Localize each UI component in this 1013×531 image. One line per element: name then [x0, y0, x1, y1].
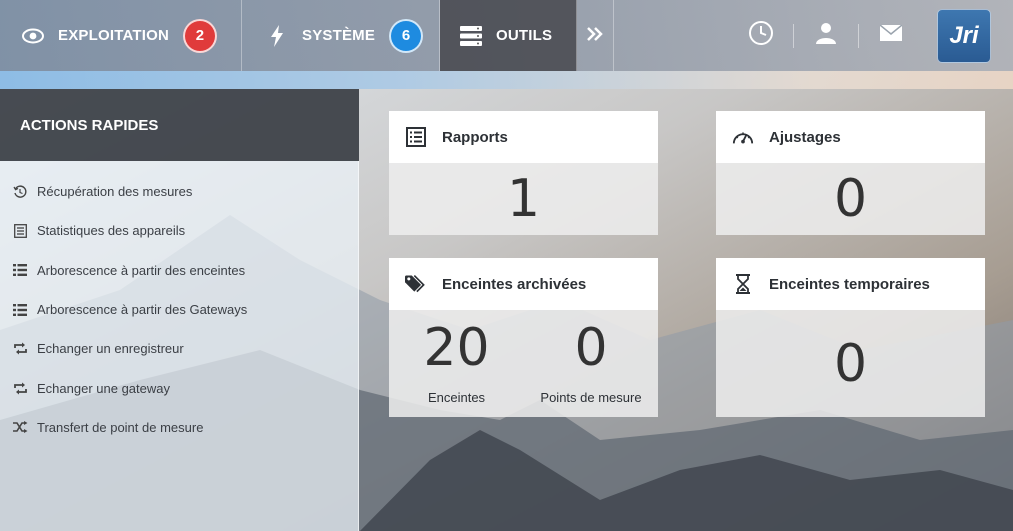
points-mesure-label: Points de mesure	[540, 390, 642, 405]
points-mesure-stat: 0 Points de mesure	[524, 310, 658, 417]
nav-more-button[interactable]	[577, 0, 614, 71]
sidebar-item-label: Récupération des mesures	[37, 184, 193, 200]
card-value: 0	[716, 163, 985, 235]
sidebar-list: Récupération des mesures Statistiques de…	[0, 161, 359, 531]
enceintes-label: Enceintes	[427, 390, 486, 405]
list-icon	[12, 302, 28, 318]
hourglass-icon	[732, 273, 754, 295]
nav-tab-exploitation[interactable]: EXPLOITATION 2	[0, 0, 242, 71]
sidebar-item-transfert-point-mesure[interactable]: Transfert de point de mesure	[0, 408, 358, 447]
card-header: Enceintes temporaires	[716, 258, 985, 310]
enceintes-stat: 20 Enceintes	[389, 310, 524, 417]
card-title: Enceintes temporaires	[769, 275, 930, 293]
mail-icon	[879, 24, 903, 46]
swap-icon	[12, 380, 28, 396]
card-header: Enceintes archivées	[389, 258, 658, 310]
list-icon	[12, 262, 28, 278]
shuffle-icon	[12, 419, 28, 435]
notification-badge: 6	[389, 18, 424, 53]
sidebar-item-label: Echanger un enregistreur	[37, 341, 184, 357]
gauge-icon	[732, 126, 754, 148]
points-mesure-count: 0	[574, 318, 608, 378]
sidebar-item-label: Arborescence à partir des enceintes	[37, 262, 246, 278]
nav-tab-systeme[interactable]: SYSTÈME 6	[242, 0, 440, 71]
clock-icon	[748, 20, 774, 51]
eye-icon	[22, 25, 44, 47]
card-value: 1	[389, 163, 658, 235]
bolt-icon	[266, 24, 288, 47]
user-profile-button[interactable]	[794, 0, 858, 71]
double-chevron-right-icon	[587, 26, 603, 45]
notification-badge: 2	[183, 18, 218, 53]
app-logo[interactable]: Jri	[937, 8, 991, 63]
enceintes-count: 20	[423, 318, 490, 378]
sidebar-item-label: Statistiques des appareils	[37, 223, 186, 239]
nav-tab-outils[interactable]: OUTILS	[440, 0, 577, 71]
sidebar-title: ACTIONS RAPIDES	[0, 89, 359, 161]
card-ajustages[interactable]: Ajustages 0	[716, 111, 985, 235]
server-icon	[460, 25, 482, 47]
header-accent-strip	[0, 71, 1013, 89]
history-icon	[12, 184, 28, 200]
sidebar-item-echanger-gateway[interactable]: Echanger une gateway	[0, 368, 358, 407]
card-split-body: 20 Enceintes 0 Points de mesure	[389, 310, 658, 417]
nav-tab-label: SYSTÈME	[302, 27, 376, 44]
card-rapports[interactable]: Rapports 1	[389, 111, 658, 235]
sidebar-item-echanger-enregistreur[interactable]: Echanger un enregistreur	[0, 329, 358, 368]
messages-button[interactable]	[859, 0, 923, 71]
user-icon	[815, 22, 837, 49]
card-title: Rapports	[442, 128, 508, 146]
sidebar-item-arborescence-gateways[interactable]: Arborescence à partir des Gateways	[0, 290, 358, 329]
sidebar-item-label: Echanger une gateway	[37, 380, 170, 396]
card-header: Ajustages	[716, 111, 985, 163]
nav-tab-label: OUTILS	[496, 27, 553, 44]
tags-icon	[405, 273, 427, 295]
nav-tab-label: EXPLOITATION	[58, 27, 170, 44]
card-enceintes-temporaires[interactable]: Enceintes temporaires 0	[716, 258, 985, 417]
top-right-toolbar: Jri	[729, 0, 1013, 71]
sidebar-item-statistiques-appareils[interactable]: Statistiques des appareils	[0, 211, 358, 250]
sidebar-item-label: Transfert de point de mesure	[37, 419, 204, 435]
history-clock-button[interactable]	[729, 0, 793, 71]
sidebar-item-recuperation-mesures[interactable]: Récupération des mesures	[0, 172, 358, 211]
card-header: Rapports	[389, 111, 658, 163]
quick-actions-sidebar: ACTIONS RAPIDES Récupération des mesures…	[0, 89, 359, 531]
card-title: Ajustages	[769, 128, 841, 146]
card-value: 0	[716, 310, 985, 417]
sidebar-item-label: Arborescence à partir des Gateways	[37, 302, 248, 318]
report-icon	[405, 126, 427, 148]
sidebar-item-arborescence-enceintes[interactable]: Arborescence à partir des enceintes	[0, 251, 358, 290]
card-title: Enceintes archivées	[442, 275, 587, 293]
top-navigation: EXPLOITATION 2 SYSTÈME 6 OUTILS Jri	[0, 0, 1013, 71]
document-list-icon	[12, 223, 28, 239]
card-enceintes-archivees[interactable]: Enceintes archivées 20 Enceintes 0 Point…	[389, 258, 658, 417]
swap-icon	[12, 341, 28, 357]
